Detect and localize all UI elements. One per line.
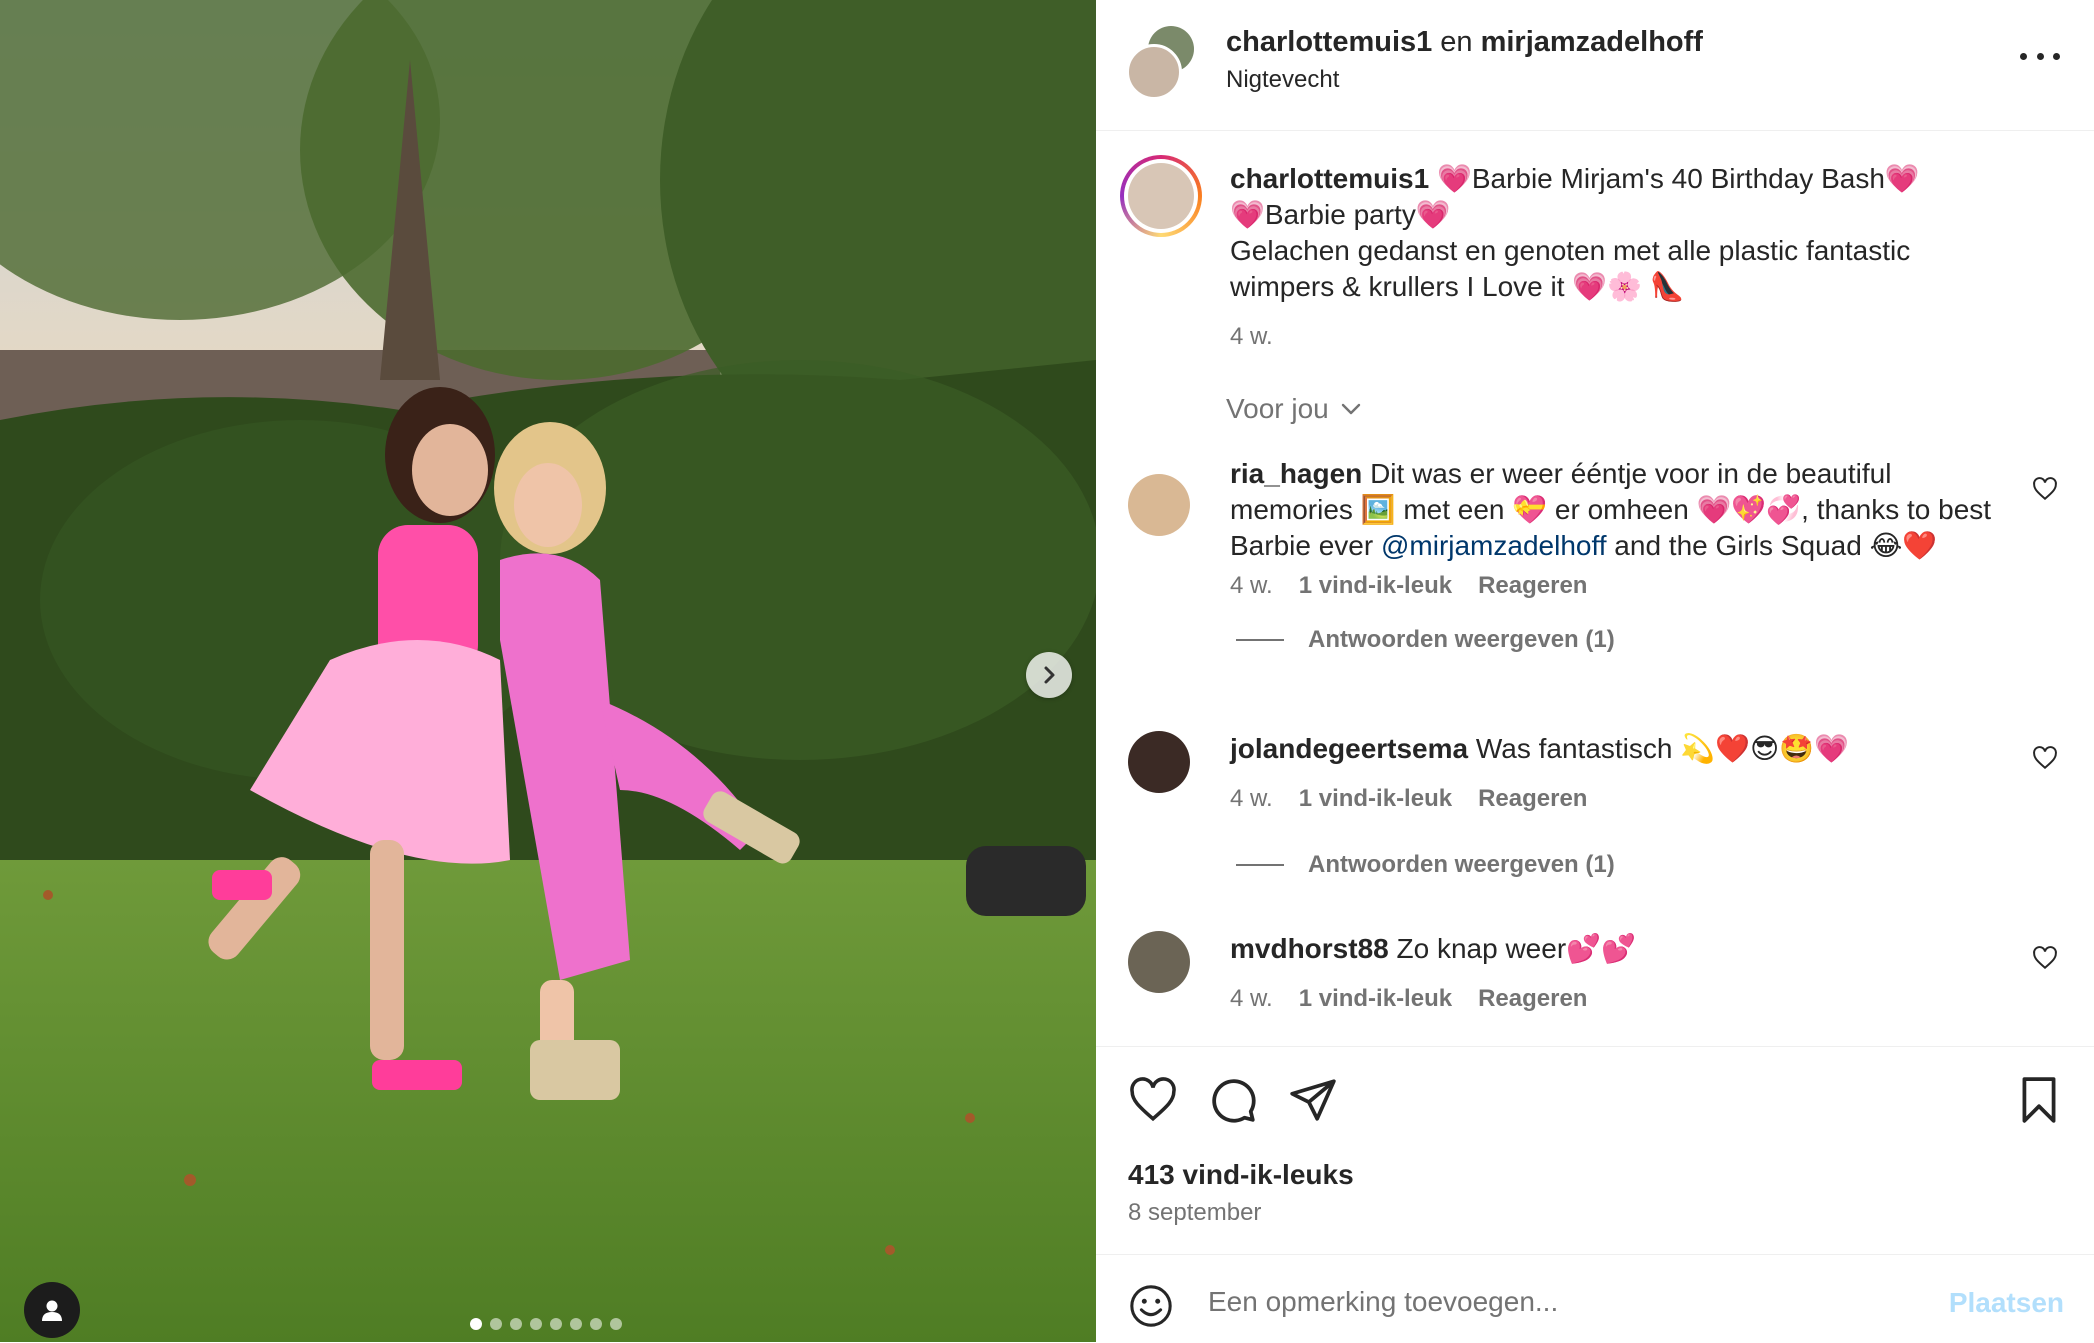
heart-icon[interactable]: [1128, 1075, 1178, 1125]
avatar[interactable]: [1120, 155, 1202, 237]
coauthor-username[interactable]: mirjamzadelhoff: [1481, 26, 1703, 58]
comment: jolandegeertsema Was fantastisch 💫❤️😎🤩💗 …: [1096, 731, 2094, 881]
view-replies-button[interactable]: Antwoorden weergeven (1): [1236, 626, 1615, 654]
caption-line: Gelachen gedanst en genoten met alle pla…: [1230, 235, 1911, 266]
comment-time[interactable]: 4 w.: [1230, 572, 1273, 600]
comment-mention[interactable]: @mirjamzadelhoff: [1381, 530, 1607, 561]
view-replies-button[interactable]: Antwoorden weergeven (1): [1236, 851, 1615, 879]
post-details-panel: charlottemuis1 en mirjamzadelhoff Nigtevec…: [1096, 0, 2094, 1342]
comment-username[interactable]: ria_hagen: [1230, 458, 1362, 489]
view-replies-label: Antwoorden weergeven (1): [1308, 626, 1615, 653]
post-authors: charlottemuis1 en mirjamzadelhoff: [1226, 26, 1703, 59]
emoji-icon[interactable]: [1128, 1283, 1174, 1329]
comment-body-end: and the Girls Squad 😂❤️: [1606, 530, 1938, 561]
sort-label: Voor jou: [1226, 393, 1329, 424]
carousel-dot: [610, 1318, 622, 1330]
comment-likes[interactable]: 1 vind-ik-leuk: [1299, 572, 1452, 600]
caption-line: 💗Barbie Mirjam's 40 Birthday Bash💗: [1436, 163, 1920, 194]
comment-username[interactable]: mvdhorst88: [1230, 933, 1389, 964]
comment-input[interactable]: [1206, 1275, 1910, 1329]
comment-icon[interactable]: [1208, 1075, 1258, 1125]
more-options-icon[interactable]: [2020, 46, 2060, 66]
carousel-dot: [550, 1318, 562, 1330]
comment-meta: 4 w. 1 vind-ik-leuk Reageren: [1230, 985, 1587, 1013]
add-comment-bar: Plaatsen: [1096, 1254, 2094, 1343]
author-username[interactable]: charlottemuis1: [1226, 26, 1432, 58]
carousel-dot: [510, 1318, 522, 1330]
comment-likes[interactable]: 1 vind-ik-leuk: [1299, 985, 1452, 1013]
caption-time[interactable]: 4 w.: [1230, 323, 1273, 351]
reply-button[interactable]: Reageren: [1478, 785, 1587, 813]
comment-sort-toggle[interactable]: Voor jou: [1226, 393, 1363, 425]
caption-username[interactable]: charlottemuis1: [1230, 163, 1429, 194]
comment-like-icon[interactable]: [2032, 476, 2058, 502]
avatar[interactable]: [1128, 931, 1190, 993]
comment-meta: 4 w. 1 vind-ik-leuk Reageren: [1230, 572, 1587, 600]
comment-likes[interactable]: 1 vind-ik-leuk: [1299, 785, 1452, 813]
post-comment-button[interactable]: Plaatsen: [1949, 1287, 2064, 1319]
view-replies-label: Antwoorden weergeven (1): [1308, 851, 1615, 878]
carousel-dot: [570, 1318, 582, 1330]
bookmark-icon[interactable]: [2014, 1075, 2064, 1125]
post-header: charlottemuis1 en mirjamzadelhoff Nigtevec…: [1096, 0, 2094, 131]
carousel-dot-active: [470, 1318, 482, 1330]
user-tag-icon: [42, 1300, 62, 1321]
carousel-dot: [530, 1318, 542, 1330]
avatar[interactable]: [1128, 474, 1190, 536]
comment-username[interactable]: jolandegeertsema: [1230, 733, 1468, 764]
comment: ria_hagen Dit was er weer ééntje voor in…: [1096, 456, 2094, 671]
send-icon[interactable]: [1288, 1075, 1338, 1125]
avatar[interactable]: [1126, 44, 1182, 100]
carousel-indicators: [470, 1318, 622, 1330]
comment-body: Was fantastisch 💫❤️😎🤩💗: [1475, 733, 1849, 764]
comment-like-icon[interactable]: [2032, 945, 2058, 971]
next-photo-button[interactable]: [1026, 652, 1072, 698]
avatar[interactable]: [1128, 731, 1190, 793]
comment-like-icon[interactable]: [2032, 745, 2058, 771]
post-date: 8 september: [1128, 1199, 1262, 1226]
author-conjunction: en: [1440, 26, 1473, 58]
carousel-dot: [590, 1318, 602, 1330]
chevron-right-icon: [1044, 666, 1055, 684]
post-location[interactable]: Nigtevecht: [1226, 66, 1339, 94]
comment-time[interactable]: 4 w.: [1230, 985, 1273, 1013]
comment-text: ria_hagen Dit was er weer ééntje voor in…: [1230, 456, 2000, 564]
comment-text: mvdhorst88 Zo knap weer💕💕: [1230, 931, 2000, 967]
photo-scene: [0, 0, 1096, 1342]
post-actions: 413 vind-ik-leuks 8 september: [1096, 1046, 2094, 1255]
comment-body: Zo knap weer💕💕: [1396, 933, 1636, 964]
carousel-dot: [490, 1318, 502, 1330]
caption-text: charlottemuis1 💗Barbie Mirjam's 40 Birth…: [1230, 161, 2000, 305]
post-photo[interactable]: [0, 0, 1096, 1342]
comments-section[interactable]: charlottemuis1 💗Barbie Mirjam's 40 Birth…: [1096, 131, 2094, 1046]
caption: charlottemuis1 💗Barbie Mirjam's 40 Birth…: [1096, 131, 2094, 381]
comment: mvdhorst88 Zo knap weer💕💕 4 w. 1 vind-ik…: [1096, 931, 2094, 1041]
caption-meta: 4 w.: [1230, 323, 1273, 351]
chevron-down-icon: [1341, 403, 1360, 415]
tagged-users-button[interactable]: [24, 1282, 80, 1338]
comment-time[interactable]: 4 w.: [1230, 785, 1273, 813]
comment-meta: 4 w. 1 vind-ik-leuk Reageren: [1230, 785, 1587, 813]
reply-button[interactable]: Reageren: [1478, 572, 1587, 600]
reply-button[interactable]: Reageren: [1478, 985, 1587, 1013]
comment-text: jolandegeertsema Was fantastisch 💫❤️😎🤩💗: [1230, 731, 2000, 767]
caption-line: wimpers & krullers I Love it 💗🌸 👠: [1230, 271, 1685, 302]
likes-count[interactable]: 413 vind-ik-leuks: [1128, 1159, 1354, 1191]
caption-line: 💗Barbie party💗: [1230, 199, 1451, 230]
